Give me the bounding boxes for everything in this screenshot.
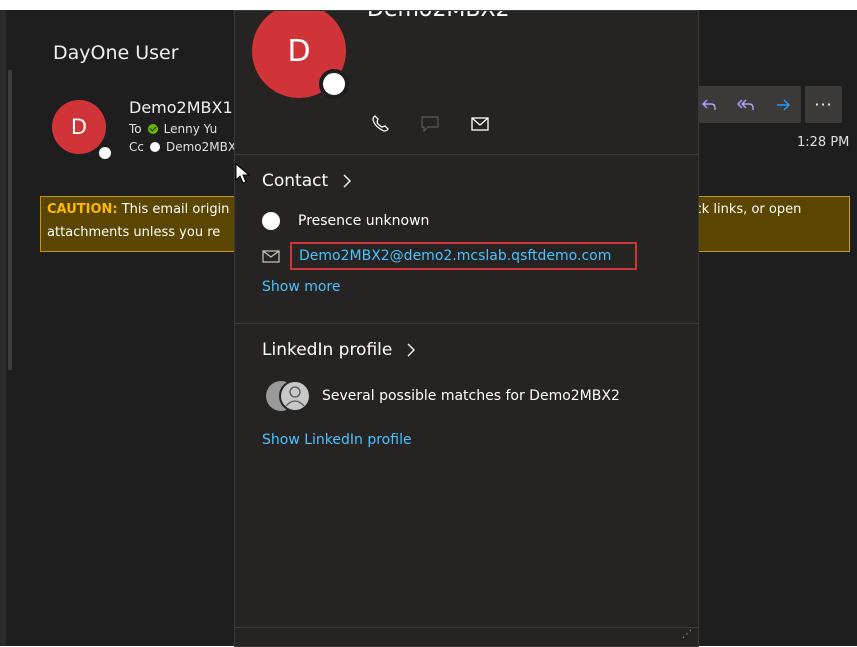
card-contact-name: Demo2MBX2 — [367, 11, 510, 22]
available-status-icon — [147, 124, 158, 134]
chat-icon — [421, 116, 439, 133]
send-email-button[interactable] — [469, 113, 491, 135]
presence-row: Presence unknown — [262, 212, 429, 230]
card-presence-indicator — [319, 69, 349, 99]
to-line: To Lenny Yu — [129, 122, 217, 136]
divider — [235, 627, 698, 628]
reply-button-group — [690, 86, 801, 123]
caution-line-2: attachments unless you re — [47, 225, 221, 240]
reading-pane: DayOne User D Demo2MBX1 To Lenny Yu Cc D… — [0, 10, 857, 647]
chevron-right-icon — [407, 343, 416, 357]
cc-recipient[interactable]: Demo2MBX2 — [166, 140, 244, 154]
call-button[interactable] — [369, 113, 391, 135]
caution-label: CAUTION: — [47, 202, 118, 217]
caution-text-tail: ick links, or open — [691, 202, 802, 217]
forward-icon — [776, 99, 790, 110]
contact-card: Demo2MBX2 D Contact Presence unknown D — [234, 10, 699, 647]
cc-label: Cc — [129, 140, 144, 154]
linkedin-matches-row: Several possible matches for Demo2MBX2 — [264, 379, 620, 413]
contact-title: Contact — [262, 171, 329, 191]
unknown-status-icon — [149, 142, 160, 152]
mail-icon — [471, 117, 489, 131]
caution-text-1: This email origin — [117, 202, 230, 217]
card-avatar-initial: D — [287, 33, 311, 69]
divider — [235, 323, 698, 324]
scrollbar[interactable] — [8, 70, 12, 370]
linkedin-matches-text: Several possible matches for Demo2MBX2 — [322, 388, 620, 404]
to-recipient[interactable]: Lenny Yu — [164, 122, 218, 136]
email-address-link[interactable]: Demo2MBX2@demo2.mcslab.qsftdemo.com — [290, 242, 638, 270]
left-edge — [0, 10, 6, 646]
linkedin-title: LinkedIn profile — [262, 340, 393, 360]
reply-all-icon — [736, 99, 754, 110]
message-actions: ··· — [690, 86, 842, 123]
divider — [235, 154, 698, 155]
show-linkedin-profile-link[interactable]: Show LinkedIn profile — [262, 432, 412, 448]
sender-presence-indicator — [96, 144, 114, 162]
phone-icon — [372, 115, 389, 132]
reply-icon — [701, 99, 716, 110]
email-row: Demo2MBX2@demo2.mcslab.qsftdemo.com — [262, 242, 638, 270]
resize-grip[interactable]: ⋰ — [682, 629, 692, 640]
more-actions-button[interactable]: ··· — [805, 86, 842, 123]
presence-unknown-icon — [262, 212, 280, 230]
contact-section-header[interactable]: Contact — [262, 171, 352, 191]
sender-name[interactable]: Demo2MBX1 — [129, 98, 233, 117]
presence-text: Presence unknown — [298, 213, 430, 229]
received-time: 1:28 PM — [797, 135, 850, 150]
linkedin-section-header[interactable]: LinkedIn profile — [262, 340, 416, 360]
show-more-link[interactable]: Show more — [262, 279, 341, 295]
forward-button[interactable] — [764, 86, 801, 123]
cc-line: Cc Demo2MBX2 — [129, 140, 244, 154]
mailbox-title: DayOne User — [53, 42, 179, 64]
reply-all-button[interactable] — [727, 86, 764, 123]
chat-button[interactable] — [419, 113, 441, 135]
chevron-right-icon — [343, 174, 352, 188]
card-quick-actions — [369, 113, 491, 135]
sender-initial: D — [70, 115, 88, 139]
more-icon: ··· — [814, 95, 833, 114]
to-label: To — [129, 122, 142, 136]
mail-icon — [262, 249, 280, 263]
people-icon — [266, 380, 311, 412]
caution-line-1: CAUTION: This email origin — [47, 202, 229, 217]
mouse-cursor-icon — [235, 163, 251, 184]
